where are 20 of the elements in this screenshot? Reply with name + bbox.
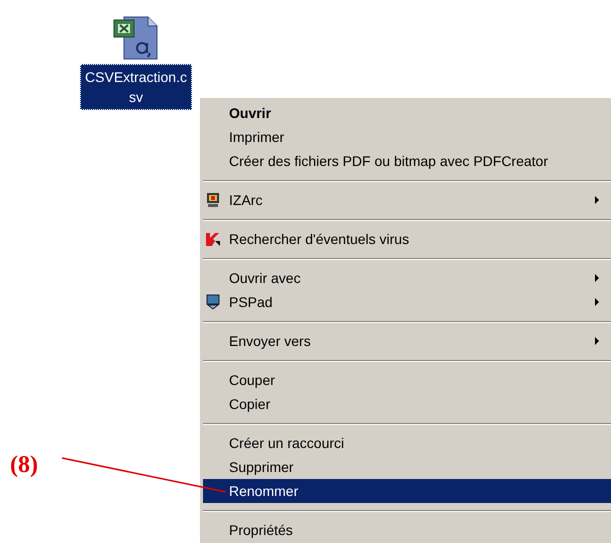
menu-item[interactable]: IZArc (203, 188, 611, 212)
menu-item[interactable]: Créer un raccourci (203, 431, 611, 455)
step-number: (8) (10, 452, 38, 479)
menu-item[interactable]: Copier (203, 392, 611, 416)
menu-item[interactable]: Ouvrir (203, 101, 611, 125)
file-name-label[interactable]: CSVExtraction.csv (80, 64, 192, 110)
menu-item[interactable]: Créer des fichiers PDF ou bitmap avec PDFCreator (203, 149, 611, 173)
editor-icon (205, 294, 221, 310)
monitor-icon (205, 192, 221, 208)
menu-item[interactable]: Rechercher d'éventuels virus (203, 227, 611, 251)
menu-item[interactable]: Envoyer vers (203, 329, 611, 353)
menu-item[interactable]: Couper (203, 368, 611, 392)
spreadsheet-file-icon[interactable] (112, 15, 160, 61)
menu-item[interactable]: Propriétés (203, 518, 611, 542)
menu-item[interactable]: Imprimer (203, 125, 611, 149)
shield-k-icon (205, 231, 221, 247)
menu-item[interactable]: Renommer (203, 479, 611, 503)
menu-item[interactable]: PSPad (203, 290, 611, 314)
menu-item[interactable]: Supprimer (203, 455, 611, 479)
menu-item[interactable]: Ouvrir avec (203, 266, 611, 290)
